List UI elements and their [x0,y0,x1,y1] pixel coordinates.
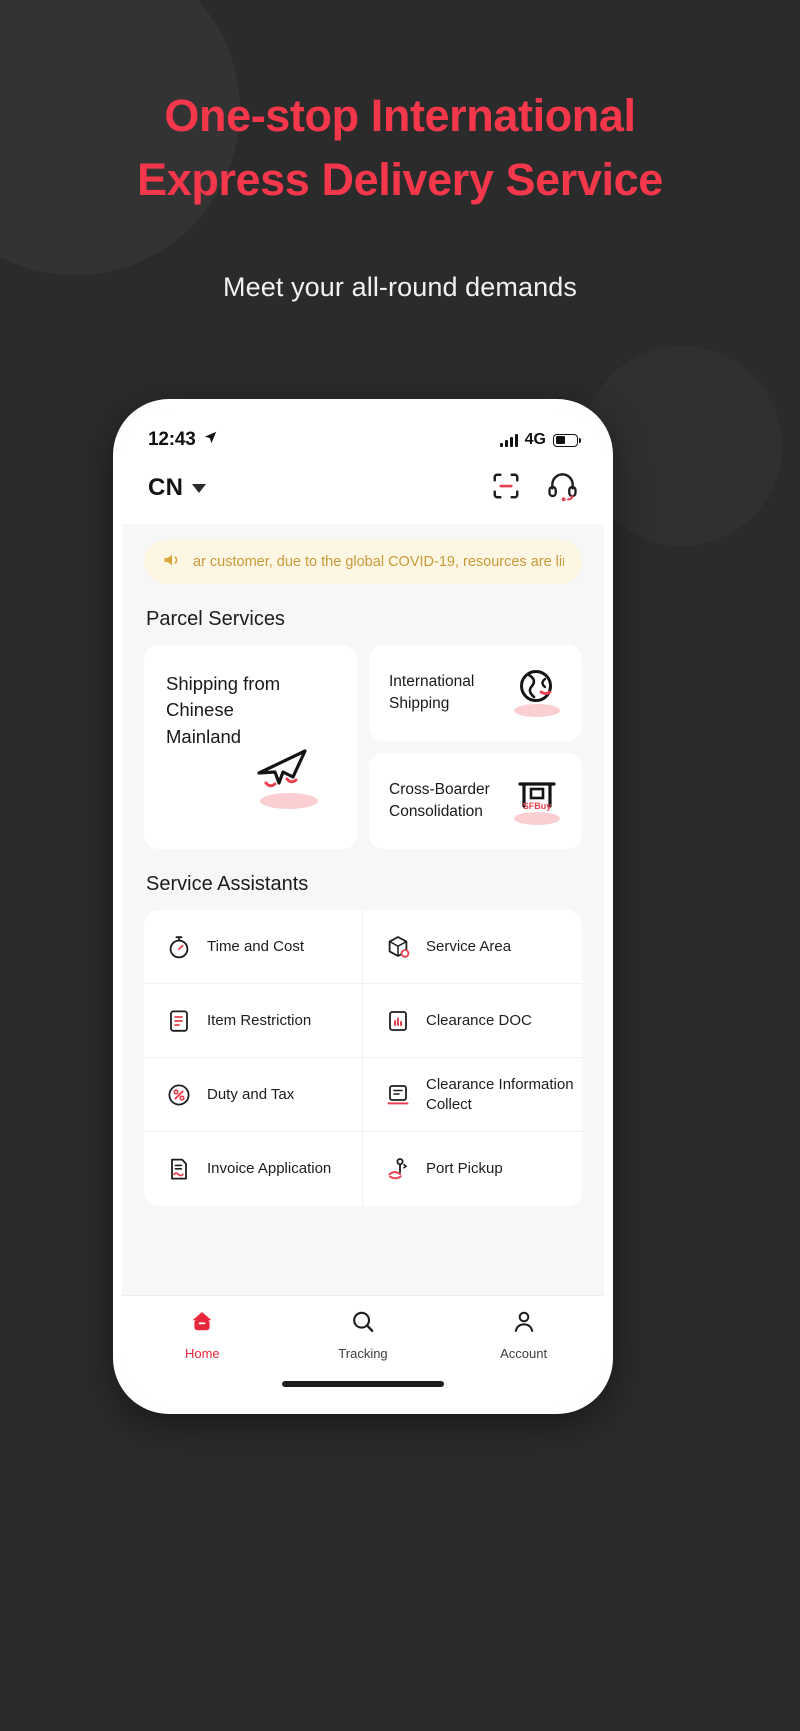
box-location-icon [385,934,411,960]
hand-pin-icon [385,1156,411,1182]
covid-notice-text: ar customer, due to the global COVID-19,… [193,554,564,570]
invoice-icon [166,1156,192,1182]
document-scan-icon [385,1082,411,1108]
network-label: 4G [524,431,546,448]
assistant-item-port-pickup[interactable]: Port Pickup [363,1132,582,1206]
assistant-item-label: Invoice Application [207,1160,332,1178]
parcel-card-shipping-from-chinese-mainland[interactable]: Shipping from Chinese Mainland [144,645,357,849]
parcel-services-grid: Shipping from Chinese Mainland Internati… [144,645,582,849]
page-title-line-1: One-stop International [164,90,636,141]
region-selector[interactable]: CN [148,474,207,502]
assistant-item-label: Time and Cost [207,937,304,955]
assistant-item-duty-and-tax[interactable]: Duty and Tax [144,1058,363,1132]
signal-bars-icon [499,433,518,447]
phone-mockup: 12:43 4G CN ar customer, due to the glob… [113,399,613,1414]
parcel-card-label: Shipping from Chinese Mainland [166,673,281,747]
home-icon [189,1309,215,1340]
app-content: ar customer, due to the global COVID-19,… [122,524,604,1295]
scan-code-icon[interactable] [491,471,521,506]
paper-plane-illustration [249,747,329,809]
bottom-tab-bar: Home Tracking Account [122,1295,604,1377]
search-icon [350,1309,376,1340]
app-header: CN [122,460,604,524]
assistant-item-invoice-application[interactable]: Invoice Application [144,1132,363,1206]
status-bar-right: 4G [499,431,581,449]
assistant-item-service-area[interactable]: Service Area [363,910,582,984]
tab-tracking[interactable]: Tracking [318,1309,408,1361]
location-arrow-icon [203,430,218,450]
parcel-card-label: International Shipping [389,672,475,712]
clipboard-list-icon [166,1008,192,1034]
assistant-item-clearance-information-collect[interactable]: Clearance Information Collect [363,1058,582,1132]
headset-icon[interactable] [547,470,578,506]
assistant-item-label: Clearance DOC [426,1011,532,1029]
battery-icon [553,433,581,447]
page-title: One-stop International Express Delivery … [0,84,800,212]
parcel-card-label: Cross-Boarder Consolidation [389,780,490,820]
status-bar-time: 12:43 [148,429,196,450]
phone-screen: 12:43 4G CN ar customer, due to the glob… [122,408,604,1405]
status-bar-left: 12:43 [148,429,218,451]
chevron-down-icon [192,483,207,493]
parcel-card-international-shipping[interactable]: International Shipping [369,645,582,741]
assistant-item-label: Clearance Information Collect [426,1076,574,1113]
assistant-item-time-and-cost[interactable]: Time and Cost [144,910,363,984]
globe-illustration [506,667,568,719]
tab-home[interactable]: Home [157,1309,247,1361]
service-assistants-card: Time and Cost Service Area Item Restrict… [144,910,582,1206]
tab-account[interactable]: Account [479,1309,569,1361]
tab-label: Tracking [338,1345,388,1361]
covid-notice-banner[interactable]: ar customer, due to the global COVID-19,… [144,540,582,584]
parcel-card-cross-boarder-consolidation[interactable]: Cross-Boarder Consolidation SFBuy [369,753,582,849]
parcel-services-title: Parcel Services [146,608,285,630]
chart-document-icon [385,1008,411,1034]
assistant-item-label: Port Pickup [426,1160,503,1178]
status-bar: 12:43 4G [122,408,604,460]
tab-label: Home [184,1345,220,1361]
sfbuy-storefront-illustration: SFBuy [506,775,568,827]
tab-label: Account [500,1345,548,1361]
assistant-item-label: Service Area [426,937,512,955]
stopwatch-icon [166,934,192,960]
assistant-item-item-restriction[interactable]: Item Restriction [144,984,363,1058]
assistant-item-label: Duty and Tax [207,1085,295,1103]
region-code-label: CN [148,474,184,501]
hero-section: One-stop International Express Delivery … [0,0,800,303]
percent-circle-icon [166,1082,192,1108]
sfbuy-badge-text: SFBuy [523,801,552,811]
home-indicator [122,1377,604,1405]
page-subtitle: Meet your all-round demands [223,271,577,302]
assistant-item-clearance-doc[interactable]: Clearance DOC [363,984,582,1058]
person-icon [511,1309,537,1340]
app-header-actions [491,470,578,506]
page-title-line-2: Express Delivery Service [137,153,663,205]
speaker-icon [162,550,182,575]
service-assistants-title: Service Assistants [146,873,309,895]
assistant-item-label: Item Restriction [207,1011,312,1029]
